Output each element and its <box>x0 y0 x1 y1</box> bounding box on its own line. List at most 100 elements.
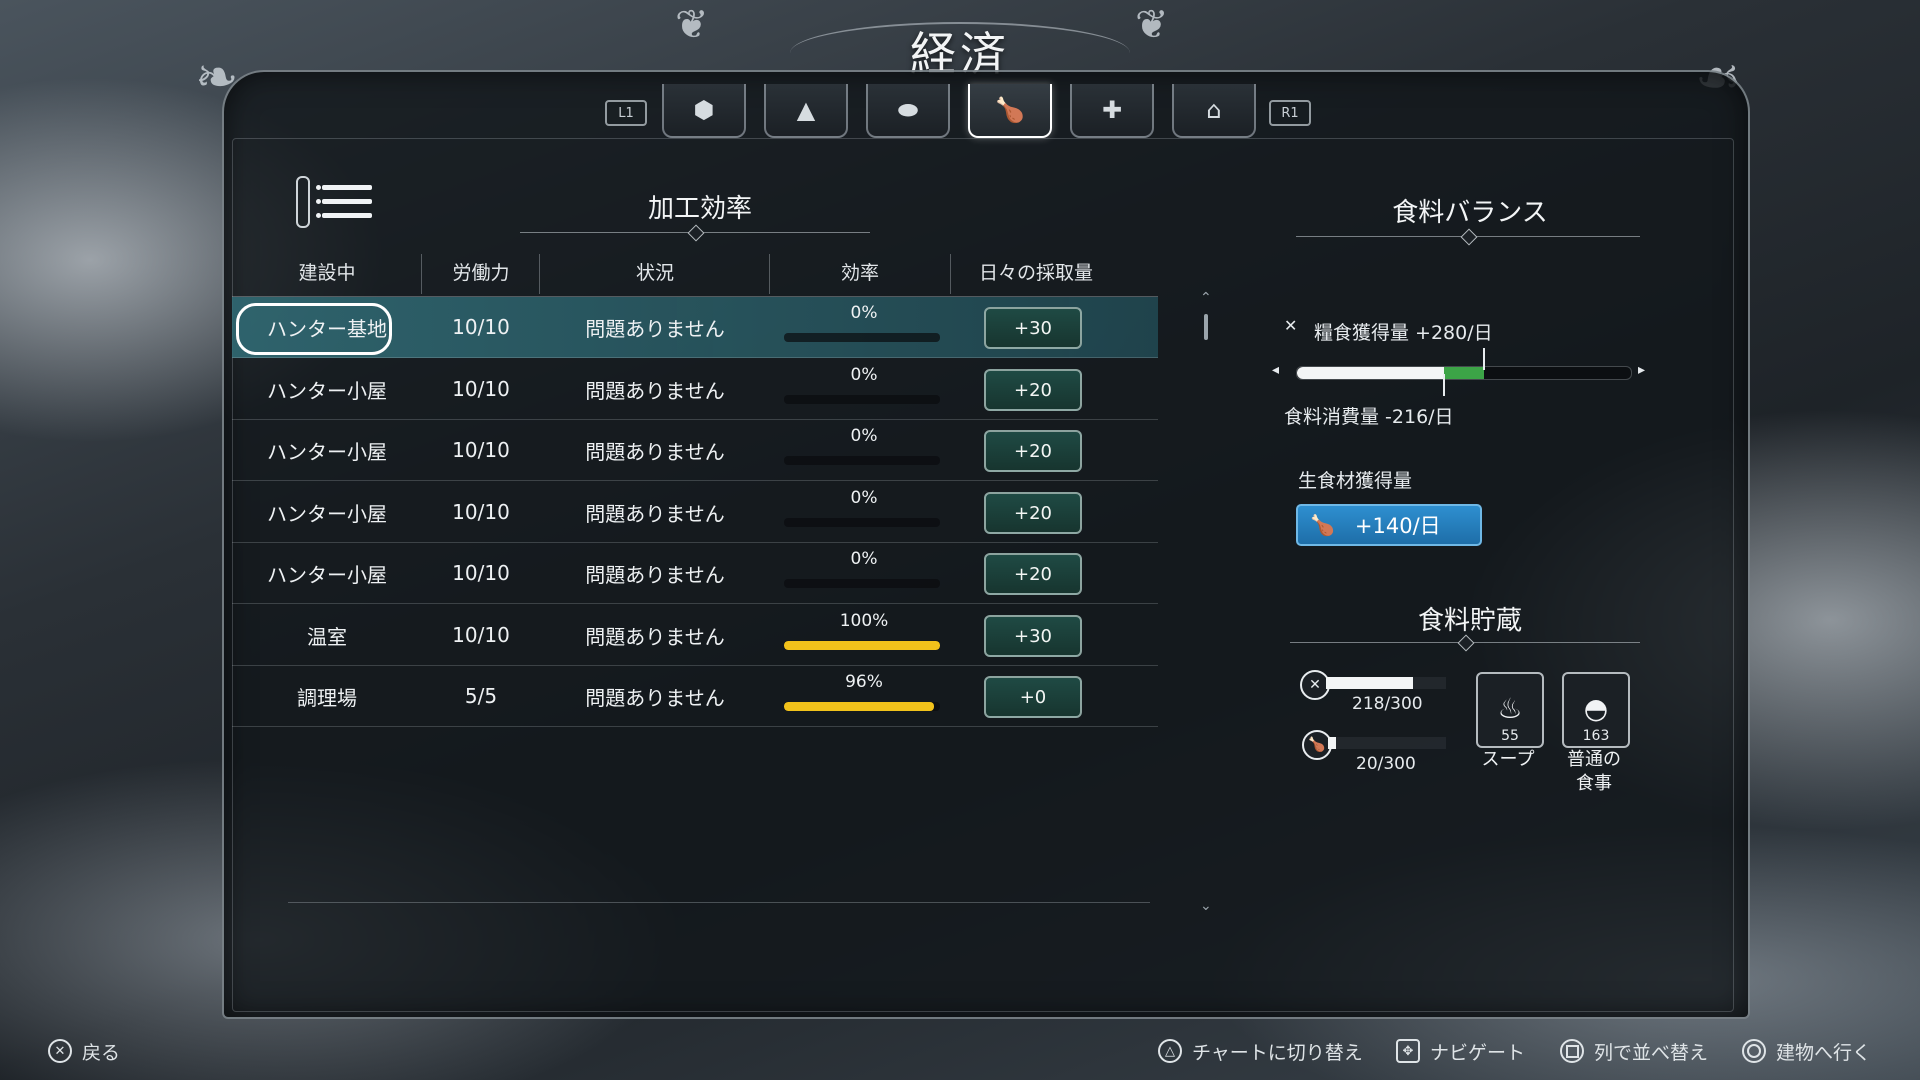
go-to-building-label: 建物へ行く <box>1776 1041 1872 1064</box>
hexagon-icon: ⬢ <box>693 96 715 124</box>
list-view-icon[interactable] <box>292 172 376 232</box>
navigate-hint[interactable]: ✥ ナビゲート <box>1396 1036 1525 1066</box>
triangle-button-icon: △ <box>1158 1039 1182 1063</box>
workforce-value: 10/10 <box>452 561 510 585</box>
title-divider <box>520 224 870 242</box>
crossed-utensils-icon: ✕ <box>1284 316 1298 335</box>
back-label: 戻る <box>82 1041 121 1064</box>
table-row[interactable]: ハンター小屋 10/10 問題ありません 0% +20 <box>232 420 1158 481</box>
daily-yield-button[interactable]: +20 <box>984 430 1082 472</box>
efficiency-bar <box>784 641 940 650</box>
workforce-value: 10/10 <box>452 315 510 339</box>
table-row[interactable]: 温室 10/10 問題ありません 100% +30 <box>232 605 1158 666</box>
raw-food-gain-value: +140/日 <box>1354 514 1441 538</box>
food-balance-bar <box>1296 366 1632 380</box>
daily-yield-button[interactable]: +30 <box>984 615 1082 657</box>
rations-stock-fill <box>1326 677 1414 689</box>
sort-column-hint[interactable]: 列で並べ替え <box>1560 1036 1708 1066</box>
efficiency-value: 0% <box>850 426 878 446</box>
column-header-building[interactable]: 建設中 <box>232 258 422 285</box>
rations-stock-bar <box>1326 677 1446 689</box>
daily-yield-button[interactable]: +30 <box>984 307 1082 349</box>
efficiency-value: 0% <box>850 488 878 508</box>
food-balance-title: 食料バランス <box>1392 198 1548 228</box>
food-consumption-label: 食料消費量 -216/日 <box>1284 406 1454 428</box>
food-storage-title: 食料貯蔵 <box>1417 606 1522 636</box>
ration-gain-label: 糧食獲得量 +280/日 <box>1314 322 1493 344</box>
meal-count: 163 <box>1582 728 1610 744</box>
meal-label: スープ <box>1481 749 1535 770</box>
balance-left-arrow-icon: ◂ <box>1272 362 1280 378</box>
efficiency-bar <box>784 333 940 342</box>
table-row[interactable]: ハンター小屋 10/10 問題ありません 0% +20 <box>232 482 1158 543</box>
table-row[interactable]: 調理場 5/5 問題ありません 96% +0 <box>232 666 1158 727</box>
workforce-value: 10/10 <box>452 623 510 647</box>
building-name: ハンター小屋 <box>267 378 387 403</box>
daily-yield-button[interactable]: +20 <box>984 369 1082 411</box>
workforce-value: 10/10 <box>452 438 510 462</box>
tab-meat[interactable]: 🍗 <box>968 84 1052 138</box>
meal-count: 55 <box>1501 728 1519 744</box>
building-name: ハンター小屋 <box>267 562 387 587</box>
circle-button-icon <box>1742 1039 1766 1063</box>
column-header-workforce[interactable]: 労働力 <box>422 258 540 285</box>
ingot-icon: ⬬ <box>897 96 919 124</box>
back-hint[interactable]: ✕ 戻る <box>48 1036 120 1066</box>
column-header-efficiency[interactable]: 効率 <box>770 258 950 285</box>
toggle-chart-hint[interactable]: △ チャートに切り替え <box>1158 1036 1363 1066</box>
dpad-icon: ✥ <box>1396 1039 1420 1063</box>
status-text: 問題ありません <box>585 685 725 710</box>
raw-food-gain-badge: 🍗 +140/日 <box>1296 504 1482 546</box>
status-text: 問題ありません <box>585 624 725 649</box>
l1-shoulder-button[interactable]: L1 <box>605 100 647 126</box>
daily-yield-button[interactable]: +20 <box>984 492 1082 534</box>
tab-tree[interactable]: ▲ <box>764 84 848 138</box>
house-icon: ⌂ <box>1206 96 1222 124</box>
efficiency-fill <box>784 641 940 650</box>
r1-shoulder-button[interactable]: R1 <box>1269 100 1311 126</box>
tab-ingot[interactable]: ⬬ <box>866 84 950 138</box>
rations-stock-value: 218/300 <box>1352 694 1423 714</box>
scroll-down-arrow[interactable]: ⌄ <box>1200 898 1212 914</box>
tab-house[interactable]: ⌂ <box>1172 84 1256 138</box>
daily-yield-button[interactable]: +20 <box>984 553 1082 595</box>
workforce-value: 10/10 <box>452 377 510 401</box>
scrollbar-thumb[interactable] <box>1204 314 1208 340</box>
sort-column-label: 列で並べ替え <box>1594 1041 1709 1064</box>
efficiency-value: 0% <box>850 365 878 385</box>
efficiency-value: 100% <box>839 611 889 631</box>
tab-hexagon[interactable]: ⬢ <box>662 84 746 138</box>
table-bottom-rule <box>288 902 1150 903</box>
medical-cross-icon: ✚ <box>1101 96 1123 124</box>
tree-icon: ▲ <box>796 96 816 124</box>
table-row[interactable]: ハンター基地 10/10 問題ありません 0% +30 <box>232 297 1158 358</box>
navigate-label: ナビゲート <box>1430 1041 1526 1064</box>
cross-button-icon: ✕ <box>48 1039 72 1063</box>
workforce-value: 5/5 <box>464 684 498 708</box>
toggle-chart-label: チャートに切り替え <box>1192 1041 1363 1064</box>
efficiency-bar <box>784 518 940 527</box>
daily-yield-button[interactable]: +0 <box>984 676 1082 718</box>
title-divider <box>1296 228 1640 246</box>
consumption-marker <box>1442 374 1445 396</box>
workforce-value: 10/10 <box>452 500 510 524</box>
square-button-icon <box>1560 1039 1584 1063</box>
status-text: 問題ありません <box>585 378 725 403</box>
category-tabs: L1 ⬢ ▲ ⬬ 🍗 ✚ ⌂ R1 <box>0 84 1920 140</box>
scroll-up-arrow[interactable]: ⌃ <box>1200 290 1212 306</box>
column-header-daily-yield[interactable]: 日々の採取量 <box>951 258 1121 285</box>
meal-label: 普通の 食事 <box>1567 749 1621 794</box>
meat-icon: 🍗 <box>995 96 1025 124</box>
table-row[interactable]: ハンター小屋 10/10 問題ありません 0% +20 <box>232 359 1158 420</box>
tab-medical-cross[interactable]: ✚ <box>1070 84 1154 138</box>
gain-marker <box>1483 348 1486 370</box>
efficiency-value: 0% <box>850 549 878 569</box>
building-name: ハンター小屋 <box>267 501 387 526</box>
go-to-building-hint[interactable]: 建物へ行く <box>1742 1036 1871 1066</box>
raw-food-stock-value: 20/300 <box>1356 754 1416 774</box>
table-row[interactable]: ハンター小屋 10/10 問題ありません 0% +20 <box>232 543 1158 604</box>
building-name: ハンター小屋 <box>267 439 387 464</box>
consumption-fill <box>1297 367 1444 379</box>
meal-card: ◓ 163 <box>1562 672 1630 748</box>
column-header-status[interactable]: 状況 <box>540 258 770 285</box>
